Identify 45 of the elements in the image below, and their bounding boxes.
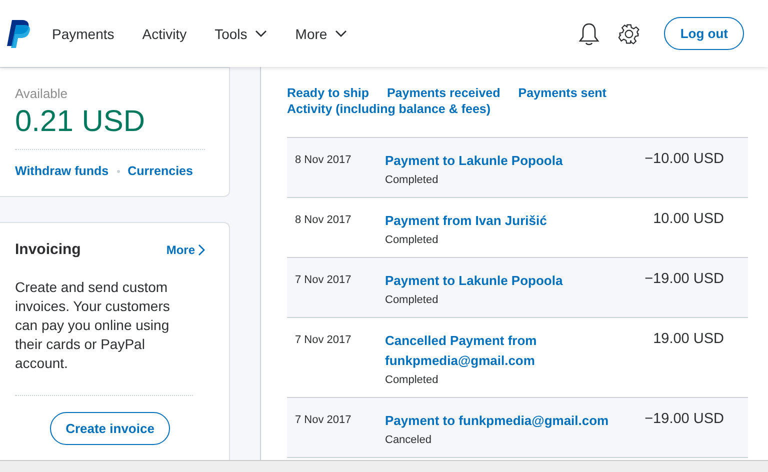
transaction-title[interactable]: Payment from Ivan Jurišić <box>385 211 614 231</box>
nav-link[interactable]: Payments <box>52 26 114 42</box>
transaction-amount: −19.00 USD <box>644 411 724 429</box>
filter-link[interactable]: Payments received <box>386 85 500 101</box>
nav-link[interactable]: More <box>295 26 348 42</box>
transaction-amount: −19.00 USD <box>644 271 724 289</box>
transaction-date: 7 Nov 2017 <box>295 413 352 428</box>
transaction-amount: −10.00 USD <box>644 151 724 169</box>
transaction-title[interactable]: Payment to Lakunle Popoola <box>385 151 614 171</box>
transaction-date: 8 Nov 2017 <box>295 213 352 228</box>
card-title: Invoicing <box>15 241 81 258</box>
more-link[interactable]: More <box>166 242 205 256</box>
settings-icon[interactable] <box>618 22 640 44</box>
transaction-status: Canceled <box>385 434 432 446</box>
transaction-title[interactable]: Payment to funkpmedia@gmail.com <box>385 411 614 431</box>
bell-icon[interactable] <box>578 22 600 46</box>
transaction-date: 7 Nov 2017 <box>295 273 352 288</box>
transaction-status: Completed <box>385 374 440 386</box>
filter-link[interactable]: Payments sent <box>518 85 606 101</box>
nav-link[interactable]: Activity <box>142 26 187 42</box>
transaction-title[interactable]: Cancelled Payment from funkpmedia@gmail.com <box>385 331 614 371</box>
invoicing-description: Create and send custom invoices. Your customers can pay you online using their cards or PayPal account. <box>15 278 193 396</box>
balance-link[interactable]: Withdraw funds <box>15 164 109 178</box>
transaction-status: Completed <box>385 234 440 246</box>
paypal-logo[interactable] <box>6 18 32 48</box>
transaction-row[interactable]: 8 Nov 2017 Payment to Lakunle Popoola Completed −10.00 USD <box>287 138 748 198</box>
transaction-title[interactable]: Payment to Lakunle Popoola <box>385 271 614 291</box>
transaction-date: 8 Nov 2017 <box>295 153 352 168</box>
balance-link[interactable]: Currencies <box>128 164 193 178</box>
transaction-amount: 19.00 USD <box>652 331 724 349</box>
balance-label: Available <box>15 86 69 101</box>
create-invoice-button[interactable]: Create invoice <box>50 412 170 445</box>
transaction-row[interactable]: 7 Nov 2017 Payment to funkpmedia@gmail.com Canceled −19.00 USD <box>287 398 748 458</box>
transaction-status: Completed <box>385 294 440 306</box>
transaction-date: 7 Nov 2017 <box>295 333 352 348</box>
log-out-button[interactable]: Log out <box>664 17 744 50</box>
transaction-row[interactable]: 7 Nov 2017 Payment to Lakunle Popoola Completed −19.00 USD <box>287 258 748 318</box>
balance-amount: 0.21 USD <box>15 105 205 150</box>
nav-link[interactable]: Tools <box>214 26 268 42</box>
separator-dot <box>116 170 120 172</box>
chevron-right-icon <box>198 244 205 256</box>
filter-link[interactable]: Activity (including balance & fees) <box>287 101 491 117</box>
transaction-status: Completed <box>385 174 440 186</box>
filter-link[interactable]: Ready to ship <box>287 85 369 101</box>
transaction-amount: 10.00 USD <box>652 211 724 229</box>
